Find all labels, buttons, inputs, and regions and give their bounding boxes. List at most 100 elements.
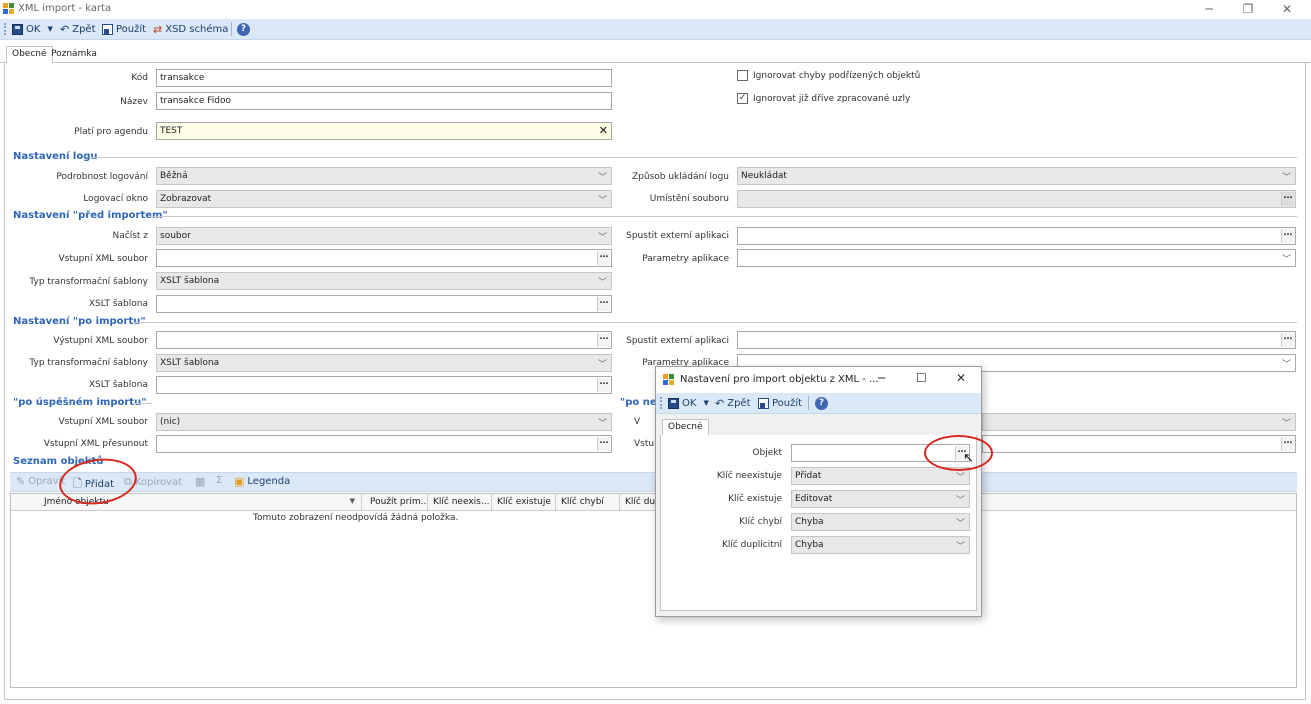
legend-icon: ▣ (234, 475, 245, 488)
col-key-missing[interactable]: Klíč neexis... (429, 494, 492, 511)
dialog-title: Nastavení pro import objektu z XML - ... (680, 374, 879, 385)
section-before-import: Nastavení "před importem" (13, 210, 168, 221)
grid-icon: ▦ (195, 475, 206, 488)
xsd-schema-button[interactable]: ⇄ XSD schéma (153, 22, 228, 36)
chevron-down-icon: ﹀ (955, 496, 965, 506)
dialog-app-icon (663, 374, 675, 386)
tab-note[interactable]: Poznámka (46, 47, 102, 61)
browse-icon[interactable]: … (1281, 229, 1294, 243)
dialog-close-icon[interactable]: ✕ (956, 371, 966, 385)
title-bar: XML import - karta ─ ❐ ✕ (0, 0, 1311, 19)
help-button[interactable]: ? (237, 22, 250, 36)
save-icon (668, 397, 679, 409)
chevron-down-icon: ﹀ (955, 542, 965, 552)
failure-input-xml-select[interactable]: ﹀ (982, 413, 1296, 431)
ok-dropdown-icon[interactable]: ▼ (703, 399, 708, 407)
chevron-down-icon: ﹀ (597, 360, 607, 370)
xslt-input[interactable]: … (156, 295, 612, 313)
back-button[interactable]: ↶ Zpět (60, 22, 96, 36)
after-xslt-input[interactable]: … (156, 376, 612, 394)
chevron-down-icon: ﹀ (955, 473, 965, 483)
run-ext-input[interactable]: … (737, 227, 1296, 245)
browse-icon[interactable]: … (597, 251, 610, 265)
legend-button[interactable]: ▣ Legenda (234, 475, 290, 488)
key-missing-select[interactable]: Přidat ﹀ (791, 467, 970, 485)
browse-icon[interactable]: … (597, 378, 610, 392)
chevron-down-icon: ﹀ (597, 233, 607, 243)
section-after-import: Nastavení "po importu" (13, 316, 146, 327)
col-key-absent[interactable]: Klíč chybí (557, 494, 620, 511)
key-exists-select[interactable]: Editovat ﹀ (791, 490, 970, 508)
import-object-dialog: Nastavení pro import objektu z XML - ...… (655, 366, 993, 617)
dialog-help-button[interactable]: ? (815, 396, 828, 410)
dialog-use-button[interactable]: Použít (758, 396, 802, 410)
browse-icon[interactable]: … (597, 297, 610, 311)
log-save-select[interactable]: Neukládat ﹀ (737, 167, 1296, 185)
key-absent-select[interactable]: Chyba ﹀ (791, 513, 970, 531)
dialog-maximize-icon[interactable]: ☐ (916, 371, 927, 385)
after-transform-type-select[interactable]: XSLT šablona ﹀ (156, 354, 612, 372)
filter-icon[interactable]: ▼ (350, 497, 355, 505)
chevron-down-icon: ﹀ (597, 173, 607, 183)
col-use-primary[interactable]: Použít prim... (366, 494, 428, 511)
after-run-ext-input[interactable]: … (737, 331, 1296, 349)
log-detail-select[interactable]: Běžná ﹀ (156, 167, 612, 185)
objects-grid (10, 493, 1297, 688)
browse-icon[interactable]: … (1281, 192, 1294, 206)
app-params-select[interactable]: ﹀ (737, 249, 1296, 267)
browse-icon[interactable]: … (597, 333, 610, 347)
window-title: XML import - karta (18, 3, 112, 14)
nazev-input[interactable]: transakce Fidoo (156, 92, 612, 110)
col-key-duplicate[interactable]: Klíč du (621, 494, 655, 511)
ignore-child-errors-checkbox[interactable]: Ignorovat chyby podřízených objektů (737, 70, 920, 81)
chevron-down-icon: ﹀ (1281, 360, 1291, 370)
undo-icon: ↶ (60, 22, 70, 36)
minimize-icon[interactable]: ─ (1201, 2, 1217, 16)
edit-object-button[interactable]: ✎ Opravit (16, 475, 65, 488)
chevron-down-icon: ﹀ (955, 519, 965, 529)
toolbar-grip[interactable] (4, 23, 6, 35)
dialog-ok-button[interactable]: OK ▼ (668, 396, 709, 410)
clear-icon[interactable]: ✕ (599, 124, 608, 137)
load-from-select[interactable]: soubor ﹀ (156, 227, 612, 245)
transform-type-select[interactable]: XSLT šablona ﹀ (156, 272, 612, 290)
pencil-icon: ✎ (16, 475, 26, 488)
check-icon: ✓ (737, 93, 748, 104)
save-icon (12, 23, 23, 35)
chevron-down-icon: ﹀ (597, 196, 607, 206)
help-icon: ? (815, 396, 828, 410)
move-xml-input[interactable]: … (156, 435, 612, 453)
use-button[interactable]: Použít (102, 22, 146, 36)
col-key-exists[interactable]: Klíč existuje (493, 494, 556, 511)
key-duplicate-select[interactable]: Chyba ﹀ (791, 536, 970, 554)
kod-input[interactable]: transakce (156, 69, 612, 87)
dialog-back-button[interactable]: ↶ Zpět (715, 396, 751, 410)
dialog-minimize-icon[interactable]: ─ (878, 371, 885, 385)
use-icon (102, 23, 113, 35)
dialog-tab-general[interactable]: Obecné (662, 419, 709, 436)
highlight-circle-browse (924, 435, 993, 471)
columns-button[interactable]: ▦ (195, 475, 205, 488)
agenda-input[interactable]: TEST ✕ (156, 122, 612, 140)
ok-button[interactable]: OK ▼ (12, 22, 53, 36)
browse-icon[interactable]: … (1281, 437, 1294, 451)
sum-button[interactable]: Σ (216, 475, 222, 486)
dialog-toolbar: OK ▼ ↶ Zpět Použít ? (656, 393, 981, 414)
maximize-icon[interactable]: ❐ (1240, 2, 1256, 16)
xsd-icon: ⇄ (153, 22, 163, 36)
success-input-xml-select[interactable]: (nic) ﹀ (156, 413, 612, 431)
ignore-processed-checkbox[interactable]: ✓ Ignorovat již dříve zpracované uzly (737, 93, 910, 104)
failure-move-xml-input[interactable]: … (982, 435, 1296, 453)
output-xml-input[interactable]: … (156, 331, 612, 349)
input-xml-input[interactable]: … (156, 249, 612, 267)
log-window-select[interactable]: Zobrazovat ﹀ (156, 190, 612, 208)
browse-icon[interactable]: … (597, 437, 610, 451)
empty-message: Tomuto zobrazení neodpovídá žádná položk… (253, 513, 459, 523)
chevron-down-icon: ﹀ (1281, 419, 1291, 429)
chevron-down-icon: ﹀ (597, 419, 607, 429)
ok-dropdown-icon[interactable]: ▼ (47, 25, 52, 33)
use-icon (758, 397, 769, 409)
log-location-input[interactable]: … (737, 190, 1296, 208)
close-icon[interactable]: ✕ (1279, 2, 1295, 16)
browse-icon[interactable]: … (1281, 333, 1294, 347)
